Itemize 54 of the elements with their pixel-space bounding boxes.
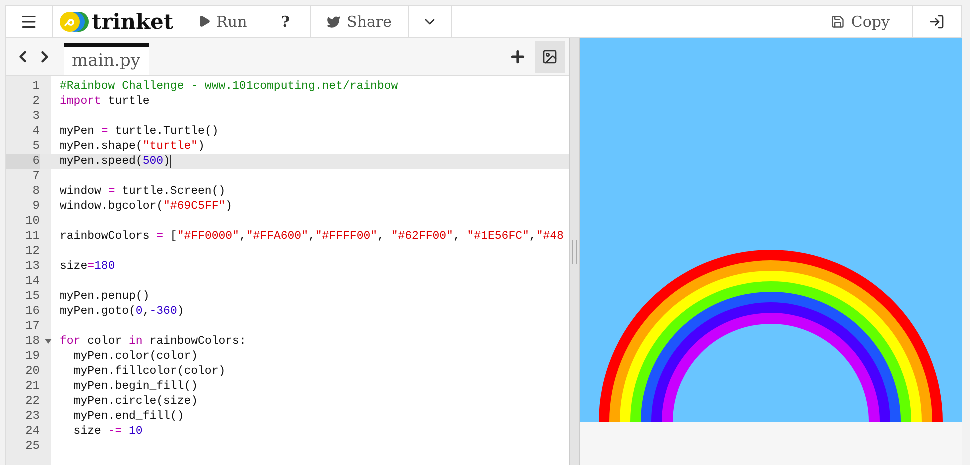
code-line: import turtle: [59, 94, 150, 109]
line-number: 22: [24, 394, 40, 409]
login-icon: [929, 14, 945, 30]
line-number: 25: [24, 439, 40, 454]
code-line: myPen.speed(500): [59, 154, 172, 169]
line-number: 24: [24, 424, 40, 439]
code-line: window.bgcolor("#69C5FF"): [59, 199, 233, 214]
code-line: size -= 10: [72, 424, 143, 439]
code-line: myPen = turtle.Turtle(): [59, 124, 219, 139]
play-icon: [198, 15, 211, 28]
line-number: 18: [24, 334, 40, 349]
brand-name: trinket: [92, 9, 174, 34]
line-number: 16: [24, 304, 40, 319]
line-number: 10: [24, 214, 40, 229]
code-line: window = turtle.Screen(): [59, 184, 226, 199]
code-line: myPen.goto(0,-360): [59, 304, 184, 319]
logo-icon: [59, 10, 89, 32]
line-number: 11: [24, 229, 40, 244]
line-number: 9: [32, 199, 40, 214]
image-button[interactable]: [535, 40, 565, 72]
line-number: 23: [24, 409, 40, 424]
plus-icon: [509, 48, 527, 66]
line-number: 3: [32, 109, 40, 124]
line-number: 21: [24, 379, 40, 394]
code-line: rainbowColors = ["#FF0000","#FFA600","#FFFF00", "#62FF00", "#1E56FC","#48: [59, 229, 564, 244]
line-number: 1: [32, 79, 40, 94]
line-number: 6: [6, 154, 40, 169]
line-number: 14: [24, 274, 40, 289]
line-number: 17: [24, 319, 40, 334]
image-icon: [542, 48, 558, 64]
line-number: 8: [32, 184, 40, 199]
line-number: 2: [32, 94, 40, 109]
code-line: #Rainbow Challenge - www.101computing.net/rainbow: [59, 79, 398, 94]
save-icon: [831, 14, 846, 28]
code-line: myPen.begin_fill(): [72, 379, 198, 394]
code-line: for color in rainbowColors:: [59, 334, 246, 349]
line-number: 7: [32, 169, 40, 184]
fold-icon[interactable]: [44, 339, 52, 344]
code-line: myPen.end_fill(): [72, 409, 184, 424]
code-line: myPen.penup(): [59, 289, 150, 304]
bird-icon: [327, 14, 342, 28]
line-number: 19: [24, 349, 40, 364]
line-number: 13: [24, 259, 40, 274]
code-line: myPen.fillcolor(color): [72, 364, 226, 379]
code-line: size=180: [59, 259, 116, 274]
code-line: myPen.circle(size): [72, 394, 198, 409]
line-number: 4: [32, 124, 40, 139]
line-number: 20: [24, 364, 40, 379]
file-tab[interactable]: main.py: [64, 43, 149, 75]
code-line: myPen.color(color): [72, 349, 198, 364]
code-line: myPen.shape("turtle"): [59, 139, 205, 154]
line-number: 12: [24, 244, 40, 259]
line-number: 5: [32, 139, 40, 154]
line-number: 15: [24, 289, 40, 304]
